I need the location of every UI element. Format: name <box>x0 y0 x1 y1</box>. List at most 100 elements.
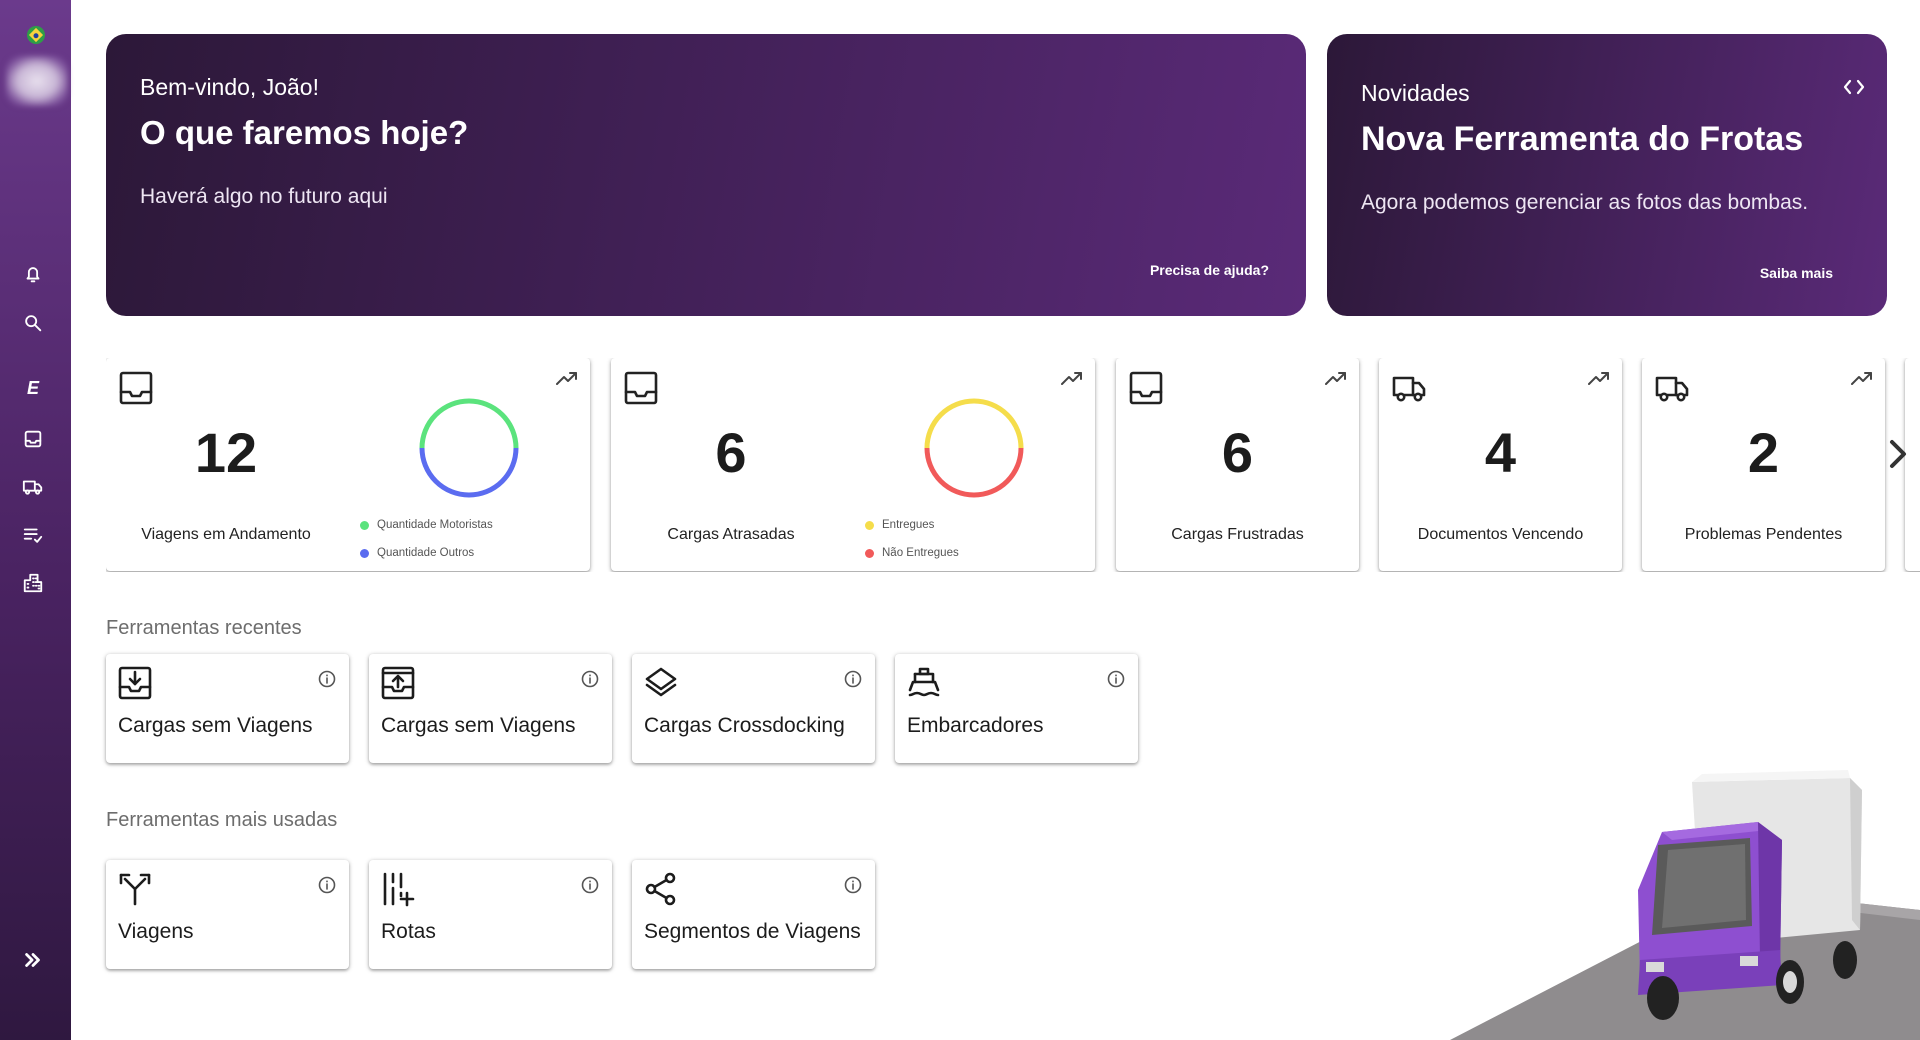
kpi-row: 12 Viagens em Andamento Quantidade Motor… <box>106 358 1920 572</box>
legend-label: Não Entregues <box>882 547 959 559</box>
search-icon <box>25 315 42 332</box>
chevron-right-icon <box>1890 440 1906 468</box>
news-label: Novidades <box>1361 80 1470 106</box>
kpi-label: Documentos Vencendo <box>1417 526 1584 543</box>
legend-dot <box>360 548 369 558</box>
info-icon[interactable] <box>318 876 336 894</box>
avatar[interactable] <box>6 56 68 106</box>
tool-label: Viagens <box>118 920 194 943</box>
kpi-label: Viagens em Andamento <box>141 526 311 543</box>
legend-dot <box>865 520 874 530</box>
sidebar-expand-button[interactable] <box>20 947 46 973</box>
legend-label: Quantidade Motoristas <box>377 519 493 531</box>
building-icon <box>23 573 43 593</box>
legend-dot <box>865 548 874 558</box>
trending-up-icon[interactable] <box>1061 370 1083 386</box>
kpi-value: 12 <box>194 421 258 484</box>
sidebar-item-letter[interactable]: E <box>20 375 46 401</box>
app-root: E Bem-vindo, João! O que faremos hoje? H… <box>0 0 1920 1040</box>
trending-up-icon[interactable] <box>1851 370 1873 386</box>
trending-up-icon[interactable] <box>1325 370 1347 386</box>
truck-icon <box>1654 370 1690 406</box>
info-icon[interactable] <box>844 876 862 894</box>
tool-card-cargas-sem-viagens-2[interactable]: Cargas sem Viagens <box>369 654 612 763</box>
tool-card-cargas-sem-viagens-1[interactable]: Cargas sem Viagens <box>106 654 349 763</box>
info-icon[interactable] <box>844 670 862 688</box>
info-icon[interactable] <box>1107 670 1125 688</box>
kpi-value: 6 <box>1221 421 1254 484</box>
tool-card-segmentos-de-viagens[interactable]: Segmentos de Viagens <box>632 860 875 969</box>
e-letter-icon: E <box>26 377 39 398</box>
kpi-value: 4 <box>1484 421 1517 484</box>
help-link[interactable]: Precisa de ajuda? <box>1150 262 1269 278</box>
legend-dot <box>360 520 369 530</box>
tool-label: Cargas Crossdocking <box>644 714 845 737</box>
double-chevron-right-icon <box>25 953 40 967</box>
checklist-icon <box>23 528 43 543</box>
legend-item: Quantidade Outros <box>360 547 474 559</box>
legend-item: Entregues <box>865 519 934 531</box>
inbox-icon <box>24 430 42 448</box>
info-icon[interactable] <box>318 670 336 688</box>
kpi-card-cargas-atrasadas[interactable]: 6 Cargas Atrasadas Entregues Não Entregu… <box>611 358 1095 571</box>
info-icon[interactable] <box>581 670 599 688</box>
trending-up-icon[interactable] <box>1588 370 1610 386</box>
sidebar-item-companies[interactable] <box>20 570 46 596</box>
tool-card-viagens[interactable]: Viagens <box>106 860 349 969</box>
sidebar: E <box>0 0 71 1040</box>
kpi-label: Cargas Atrasadas <box>667 526 795 543</box>
kpi-card-documentos-vencendo[interactable]: 4 Documentos Vencendo <box>1379 358 1622 571</box>
sidebar-item-notifications[interactable] <box>20 261 46 287</box>
tool-card-cargas-crossdocking[interactable]: Cargas Crossdocking <box>632 654 875 763</box>
inbox-icon <box>623 370 659 406</box>
inbox-upload-icon <box>380 665 416 701</box>
kpi-label: Cargas Frustradas <box>1171 526 1304 543</box>
news-banner: Novidades Nova Ferramenta do Frotas Agor… <box>1327 34 1887 316</box>
learn-more-link[interactable]: Saiba mais <box>1760 265 1833 281</box>
tool-label: Segmentos de Viagens <box>644 920 861 943</box>
sidebar-item-fleet[interactable] <box>20 474 46 500</box>
kpi-value: 6 <box>715 421 747 484</box>
ship-icon <box>906 665 942 701</box>
info-icon[interactable] <box>581 876 599 894</box>
kpi-value: 2 <box>1747 421 1780 484</box>
truck-illustration <box>1450 770 1920 1040</box>
donut-chart <box>419 398 519 498</box>
most-used-tools-title: Ferramentas mais usadas <box>106 809 338 831</box>
tool-card-rotas[interactable]: Rotas <box>369 860 612 969</box>
kpi-label: Problemas Pendentes <box>1684 526 1843 543</box>
welcome-greeting: Bem-vindo, João! <box>140 74 319 100</box>
inbox-download-icon <box>117 665 153 701</box>
inbox-icon <box>1128 370 1164 406</box>
kpi-card-problemas-pendentes[interactable]: 2 Problemas Pendentes <box>1642 358 1885 571</box>
legend-item: Quantidade Motoristas <box>360 519 493 531</box>
tool-card-embarcadores[interactable]: Embarcadores <box>895 654 1138 763</box>
welcome-title: O que faremos hoje? <box>140 114 469 151</box>
truck-icon <box>22 480 43 495</box>
bell-icon <box>26 267 40 283</box>
brazil-flag-icon[interactable] <box>27 26 45 44</box>
tool-label: Cargas sem Viagens <box>381 714 576 737</box>
welcome-text: Haverá algo no futuro aqui <box>140 185 388 208</box>
share-icon <box>643 871 679 907</box>
inbox-icon <box>118 370 154 406</box>
donut-chart <box>924 398 1024 498</box>
call-split-icon <box>117 871 153 907</box>
kpi-card-viagens-em-andamento[interactable]: 12 Viagens em Andamento Quantidade Motor… <box>106 358 590 571</box>
code-icon[interactable] <box>1843 78 1865 96</box>
sidebar-item-search[interactable] <box>20 310 46 336</box>
legend-item: Não Entregues <box>865 547 959 559</box>
truck-icon <box>1391 370 1427 406</box>
welcome-banner: Bem-vindo, João! O que faremos hoje? Hav… <box>106 34 1306 316</box>
legend-label: Quantidade Outros <box>377 547 475 559</box>
news-text: Agora podemos gerenciar as fotos das bom… <box>1361 191 1809 214</box>
news-title: Nova Ferramenta do Frotas <box>1361 120 1804 158</box>
trending-up-icon[interactable] <box>556 370 578 386</box>
route-tune-icon <box>380 871 416 907</box>
kpi-card-cargas-frustradas[interactable]: 6 Cargas Frustradas <box>1116 358 1359 571</box>
tool-label: Cargas sem Viagens <box>118 714 313 737</box>
carousel-next-button[interactable] <box>1885 436 1911 472</box>
sidebar-item-checklist[interactable] <box>20 522 46 548</box>
recent-tools-title: Ferramentas recentes <box>106 617 302 639</box>
sidebar-item-inbox[interactable] <box>20 426 46 452</box>
